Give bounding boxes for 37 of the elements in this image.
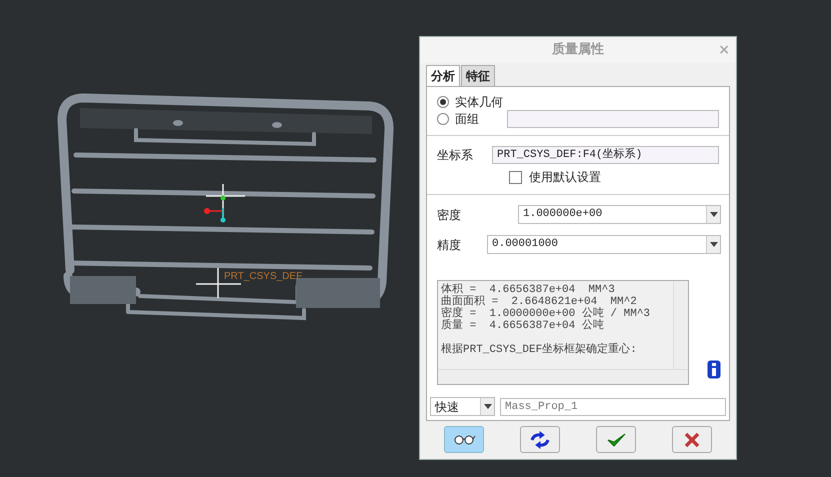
radio-label: 实体几何: [455, 94, 503, 110]
checkmark-icon: [607, 433, 625, 446]
radio-button[interactable]: [437, 112, 449, 124]
result-line: 曲面面积 = 2.6648621e+04 MM^2: [441, 296, 638, 308]
coordinate-axes-drawing: [204, 183, 246, 222]
result-paragraph: 根据PRT_CSYS_DEF坐标框架确定重心:: [441, 344, 638, 356]
glasses-icon: [454, 435, 475, 444]
info-icon[interactable]: [707, 360, 721, 379]
repeat-button[interactable]: [520, 426, 560, 453]
tab[interactable]: 特征: [461, 65, 495, 86]
dropdown-arrow-icon[interactable]: [710, 242, 718, 247]
mode-combo[interactable]: 快速: [430, 397, 495, 416]
dialog-title: 质量属性: [552, 41, 604, 60]
result-line: 密度 = 1.0000000e+00 公吨 / MM^3: [441, 308, 652, 320]
density-combo[interactable]: 1.000000e+00: [518, 205, 721, 224]
preview-button[interactable]: [444, 426, 484, 453]
cancel-button[interactable]: [672, 426, 712, 453]
dropdown-arrow-icon[interactable]: [710, 212, 718, 217]
checkbox-label: 使用默认设置: [529, 169, 601, 186]
csys-label: PRT_CSYS_DEF: [224, 271, 302, 282]
accuracy-combo[interactable]: 0.00001000: [487, 235, 721, 254]
checkbox[interactable]: [509, 170, 522, 184]
accuracy-label: 精度: [437, 236, 461, 254]
tab[interactable]: 分析: [426, 65, 460, 86]
close-icon: [684, 432, 700, 448]
ok-button[interactable]: [596, 426, 636, 453]
name-field[interactable]: Mass_Prop_1: [500, 398, 726, 416]
csys-field[interactable]: PRT_CSYS_DEF:F4(坐标系): [492, 146, 719, 164]
refresh-icon: [530, 430, 549, 448]
radio-label: 面组: [455, 110, 479, 128]
csys-label: 坐标系: [437, 147, 473, 164]
density-label: 密度: [437, 206, 461, 224]
dropdown-arrow-icon[interactable]: [484, 404, 492, 409]
radio-button[interactable]: [437, 96, 449, 108]
result-line: 质量 = 4.6656387e+04 公吨: [441, 320, 605, 332]
quilt-field[interactable]: [507, 110, 719, 128]
result-line: 体积 = 4.6656387e+04 MM^3: [441, 284, 616, 296]
